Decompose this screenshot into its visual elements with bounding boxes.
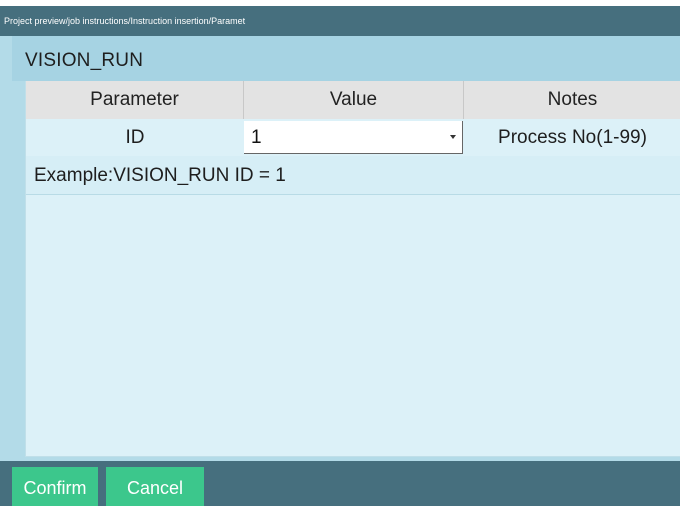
footer-bar: Confirm Cancel <box>0 461 680 506</box>
left-strip <box>12 81 25 457</box>
chevron-down-icon[interactable] <box>450 135 456 139</box>
example-row: Example:VISION_RUN ID = 1 <box>26 156 680 195</box>
column-header-notes: Notes <box>547 89 598 110</box>
parameter-panel: Parameter Value Notes ID 1 Process No(1-… <box>25 81 680 457</box>
parameter-dialog: Project preview/job instructions/Instruc… <box>0 6 680 506</box>
parameter-notes: Process No(1-99) <box>498 127 647 148</box>
example-text: Example:VISION_RUN ID = 1 <box>34 165 286 186</box>
parameter-name: ID <box>125 127 145 148</box>
column-header-parameter: Parameter <box>26 81 244 119</box>
instruction-title: VISION_RUN <box>25 50 144 71</box>
table-row: ID 1 Process No(1-99) <box>26 119 680 156</box>
value-dropdown[interactable]: 1 <box>244 121 463 154</box>
instruction-header: VISION_RUN <box>12 36 680 81</box>
confirm-button[interactable]: Confirm <box>12 467 98 506</box>
value-text: 1 <box>251 127 262 148</box>
column-header-value: Value <box>244 81 464 119</box>
breadcrumb: Project preview/job instructions/Instruc… <box>0 6 680 36</box>
table-header: Parameter Value Notes <box>26 81 680 119</box>
cancel-button[interactable]: Cancel <box>106 467 204 506</box>
